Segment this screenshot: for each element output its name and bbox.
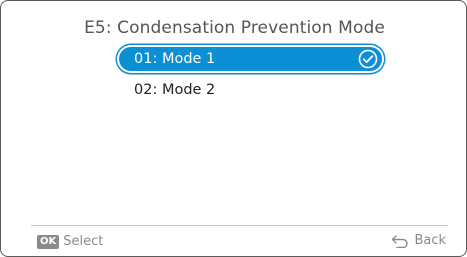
back-label: Back xyxy=(414,233,446,248)
option-mode-1[interactable]: 01: Mode 1 xyxy=(119,47,382,71)
select-label: Select xyxy=(63,234,104,249)
select-hint: OK Select xyxy=(37,234,103,249)
screen-frame: E5: Condensation Prevention Mode 01: Mod… xyxy=(0,0,467,257)
back-arrow-icon xyxy=(392,234,409,248)
footer-divider xyxy=(31,225,448,226)
page-title: E5: Condensation Prevention Mode xyxy=(84,18,385,38)
back-button[interactable]: Back xyxy=(391,233,446,248)
option-label: 01: Mode 1 xyxy=(134,51,216,67)
check-circle-icon xyxy=(358,49,378,69)
ok-key-icon: OK xyxy=(37,234,60,249)
option-mode-2[interactable]: 02: Mode 2 xyxy=(119,78,382,102)
option-label: 02: Mode 2 xyxy=(134,82,216,98)
